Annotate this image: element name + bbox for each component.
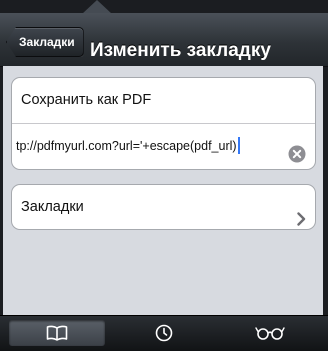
navigation-bar: Закладки Изменить закладку [0, 13, 328, 67]
popover-arrow [82, 0, 112, 14]
title-field-value: Сохранить как PDF [21, 92, 152, 108]
bookmark-popover: Закладки Изменить закладку Сохранить как… [0, 0, 328, 351]
edit-bookmark-form: Сохранить как PDF tp://pdfmyurl.com?url=… [3, 66, 323, 315]
page-title: Изменить закладку [90, 40, 271, 61]
tab-bookmarks[interactable] [9, 320, 105, 346]
tab-history[interactable] [116, 320, 212, 346]
bottom-tab-bar [0, 315, 328, 351]
folder-row[interactable]: Закладки [12, 185, 315, 229]
clock-icon [155, 324, 173, 342]
book-icon [46, 325, 68, 341]
text-cursor [237, 136, 240, 154]
chevron-right-icon [297, 200, 306, 226]
bookmark-fields-group: Сохранить как PDF tp://pdfmyurl.com?url=… [11, 77, 316, 170]
back-button[interactable]: Закладки [6, 27, 84, 57]
folder-row-label: Закладки [21, 199, 84, 215]
title-field[interactable]: Сохранить как PDF [12, 78, 315, 123]
clear-icon[interactable] [288, 137, 306, 163]
folder-group: Закладки [11, 184, 316, 230]
url-field-value: tp://pdfmyurl.com?url='+escape(pdf_url) [16, 139, 237, 153]
glasses-icon [255, 327, 285, 340]
url-field[interactable]: tp://pdfmyurl.com?url='+escape(pdf_url) [12, 123, 315, 168]
tab-reading-list[interactable] [222, 320, 318, 346]
